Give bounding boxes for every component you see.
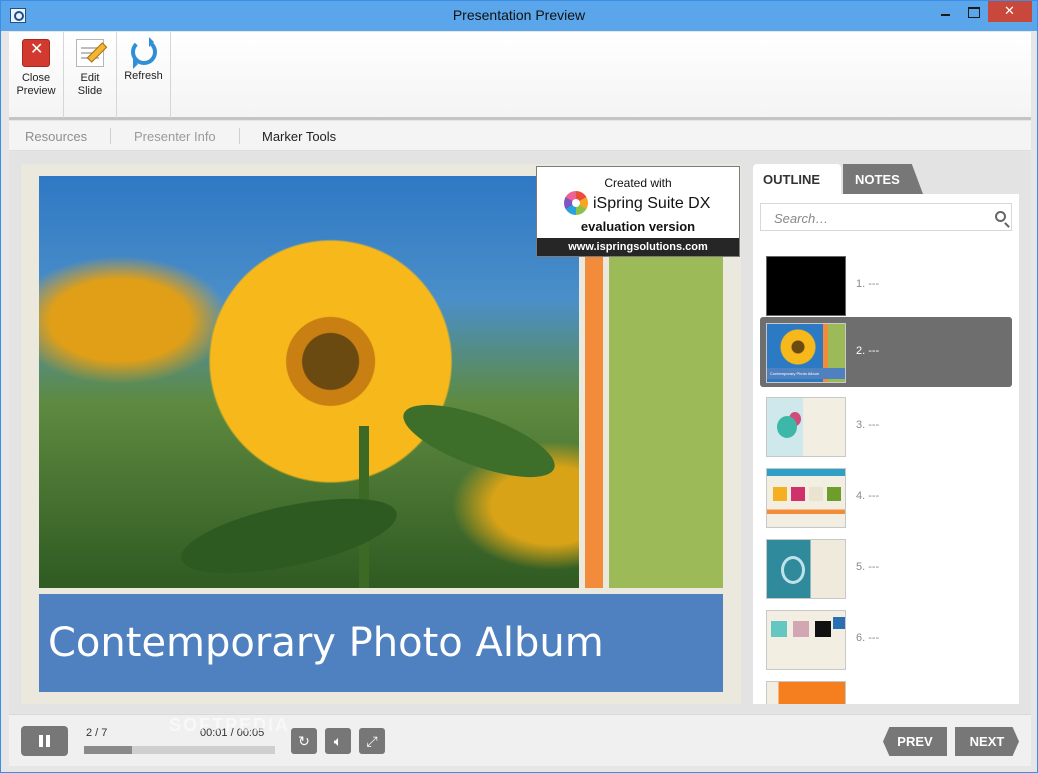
close-icon (22, 39, 50, 67)
photo-leaf (395, 390, 563, 492)
search-placeholder: Search… (774, 211, 829, 226)
slide-thumbnail (766, 681, 846, 704)
edit-icon (76, 39, 104, 67)
search-icon[interactable] (995, 211, 1006, 222)
edit-slide-label-2: Slide (77, 85, 103, 97)
edit-slide-button[interactable]: Edit Slide (64, 32, 117, 118)
watermark-url: www.ispringsolutions.com (537, 238, 739, 256)
player-controls: 2 / 7 00:01 / 00:05 SOFTPEDIA ↻ 🔈︎ ⤢ PRE… (9, 714, 1031, 766)
slide-title-band: Contemporary Photo Album (39, 594, 723, 692)
minimize-button[interactable] (929, 1, 959, 23)
slide-list-item[interactable]: 1. --- (760, 250, 1012, 320)
sidebar: OUTLINE NOTES Search… 1. --- Contemporar… (753, 164, 1019, 704)
slide-thumbnail (766, 468, 846, 528)
close-preview-button[interactable]: Close Preview (9, 32, 64, 118)
progress-fill (84, 746, 132, 754)
slide-label: 1. --- (856, 278, 880, 290)
main-area: Contemporary Photo Album Created with iS… (9, 152, 1031, 713)
tab-presenter-info[interactable]: Presenter Info (134, 129, 216, 144)
fullscreen-icon[interactable]: ⤢ (359, 728, 385, 754)
slide-list-item[interactable]: 5. --- (760, 533, 1012, 603)
slide-thumbnail (766, 397, 846, 457)
edit-slide-label-1: Edit (80, 72, 100, 84)
slide-stage[interactable]: Contemporary Photo Album Created with iS… (21, 164, 741, 704)
slide-label: 3. --- (856, 419, 880, 431)
slide-list-item[interactable]: 4. --- (760, 462, 1012, 532)
tab-separator (239, 128, 240, 144)
ispring-logo-icon (564, 191, 588, 215)
thumbnail-caption: Contemporary Photo Album (767, 368, 845, 379)
title-bar: Presentation Preview (1, 1, 1037, 31)
pause-button[interactable] (21, 726, 68, 756)
tab-resources[interactable]: Resources (25, 129, 87, 144)
close-preview-label-1: Close (21, 72, 51, 84)
slide-thumbnail (766, 610, 846, 670)
watermark-eval: evaluation version (580, 219, 696, 234)
slide-thumbnail: Contemporary Photo Album (766, 323, 846, 383)
tab-separator (110, 128, 111, 144)
watermark-created-text: Created with (604, 176, 672, 190)
window-title: Presentation Preview (452, 7, 586, 23)
slide-list-item-selected[interactable]: Contemporary Photo Album 2. --- (760, 317, 1012, 387)
replay-icon[interactable]: ↻ (291, 728, 317, 754)
slide-list-item[interactable]: 6. --- (760, 604, 1012, 674)
refresh-icon (130, 37, 157, 65)
volume-icon[interactable]: 🔈︎ (325, 728, 351, 754)
outline-panel: Search… 1. --- Contemporary Photo Album … (753, 194, 1019, 704)
window-close-button[interactable] (988, 1, 1032, 22)
close-preview-label-2: Preview (16, 85, 56, 97)
app-window: Presentation Preview Close Preview Edit … (0, 0, 1038, 773)
next-button[interactable]: NEXT (955, 727, 1019, 756)
slide-label: 6. --- (856, 632, 880, 644)
softpedia-watermark: SOFTPEDIA (169, 715, 291, 735)
watermark-brand: iSpring Suite DX (593, 195, 711, 212)
search-input[interactable]: Search… (760, 203, 1012, 231)
ribbon-toolbar: Close Preview Edit Slide Refresh (9, 32, 1031, 120)
slide-list-item[interactable]: 3. --- (760, 391, 1012, 461)
slide-label: 5. --- (856, 561, 880, 573)
thumbnail-sunflower (779, 328, 817, 366)
slide-counter: 2 / 7 (86, 727, 108, 739)
refresh-label: Refresh (124, 70, 163, 82)
ispring-watermark: Created with iSpring Suite DX evaluation… (536, 166, 740, 257)
slide-label: 2. --- (856, 345, 880, 357)
progress-bar[interactable] (84, 746, 275, 754)
tab-marker-tools[interactable]: Marker Tools (262, 129, 336, 144)
slide-label: 4. --- (856, 490, 880, 502)
slide-thumbnail (766, 539, 846, 599)
slide-thumbnail (766, 256, 846, 316)
slide-list-item[interactable] (760, 675, 1012, 704)
tab-outline[interactable]: OUTLINE (753, 164, 841, 194)
tab-notes[interactable]: NOTES (843, 164, 923, 194)
slide-title: Contemporary Photo Album (48, 620, 604, 666)
prev-button[interactable]: PREV (883, 727, 947, 756)
maximize-button[interactable] (959, 1, 989, 23)
refresh-button[interactable]: Refresh (117, 32, 171, 118)
sunflower-photo (39, 176, 579, 588)
feature-tabs: Resources Presenter Info Marker Tools (9, 121, 1031, 151)
